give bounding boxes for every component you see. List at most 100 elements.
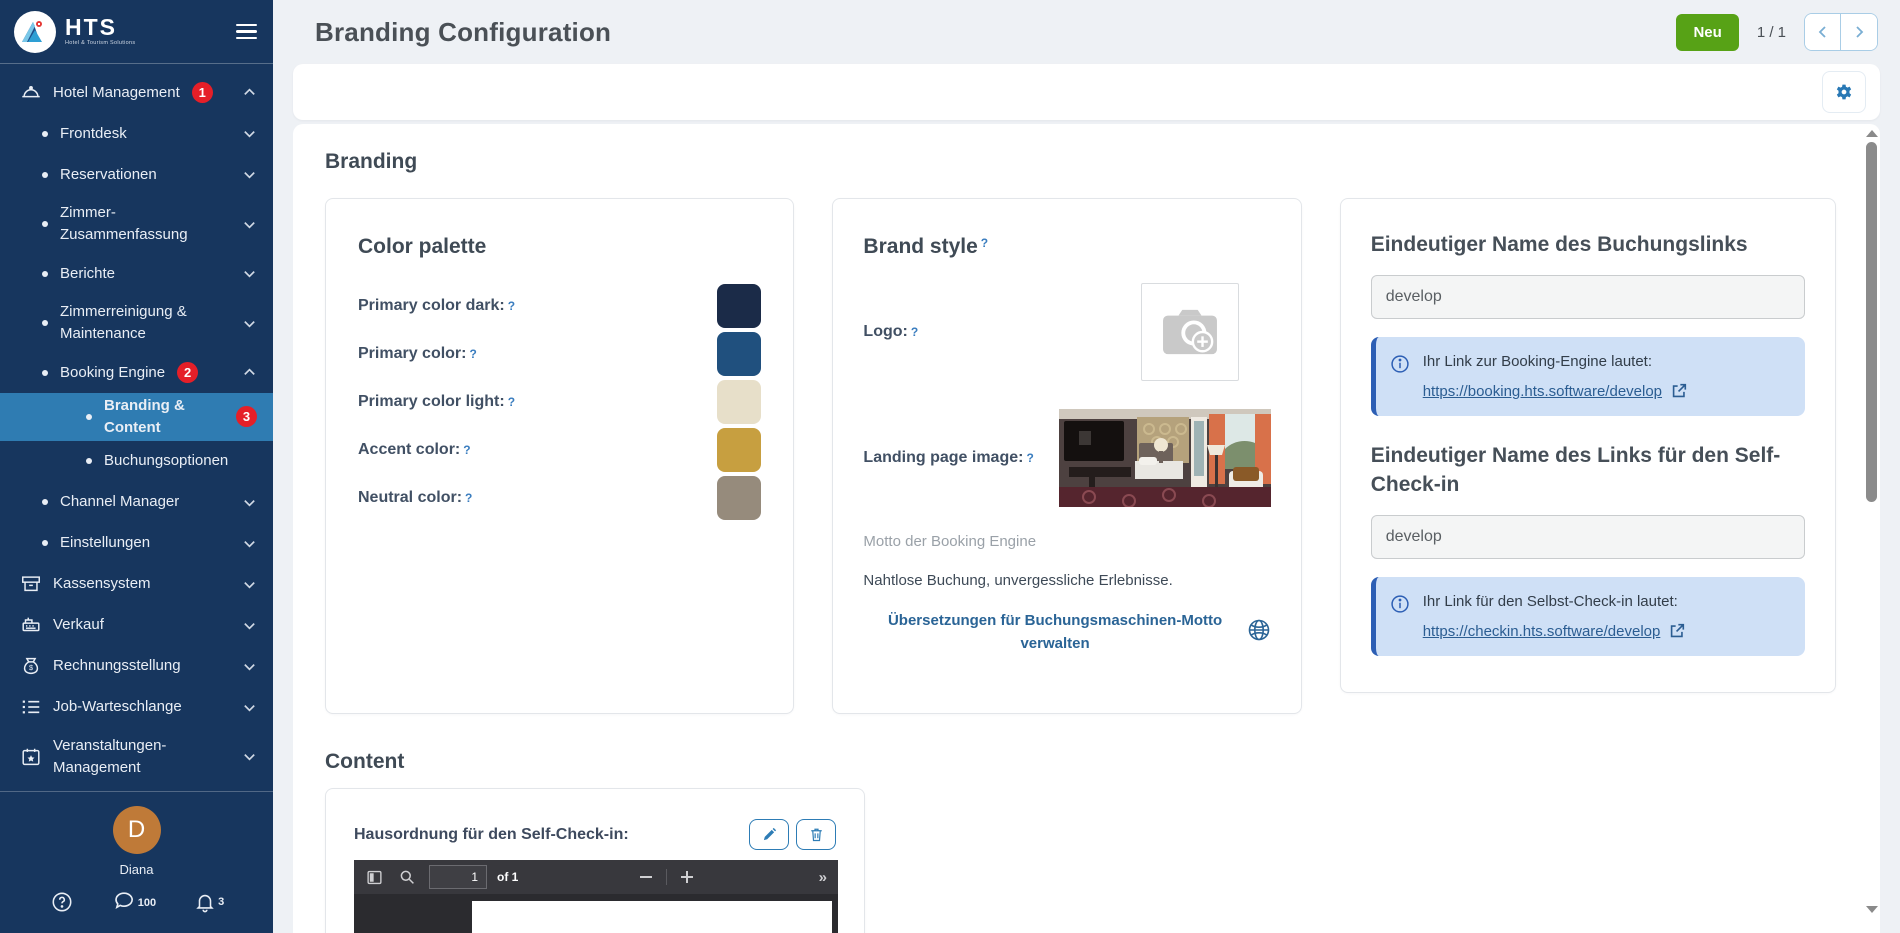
chevron-down-icon bbox=[242, 266, 257, 281]
house-rules-label: Hausordnung für den Self-Check-in: bbox=[354, 826, 629, 844]
pdf-page-input[interactable] bbox=[429, 865, 487, 889]
sidebar-item-frontdesk[interactable]: Frontdesk bbox=[0, 113, 273, 154]
scrollbar-down-arrow[interactable] bbox=[1866, 906, 1878, 913]
prev-page-button[interactable] bbox=[1805, 14, 1841, 50]
logo-upload-box[interactable] bbox=[1141, 283, 1239, 381]
sidebar-item-rechnungsstellung[interactable]: $ Rechnungsstellung bbox=[0, 646, 273, 687]
sidebar-item-label: Verkauf bbox=[53, 614, 104, 636]
sidebar-item-zimmerreinigung[interactable]: Zimmerreinigung & Maintenance bbox=[0, 294, 273, 352]
checkin-link-url[interactable]: https://checkin.hts.software/develop bbox=[1423, 623, 1661, 640]
translations-row: Übersetzungen für Buchungsmaschinen-Mott… bbox=[863, 609, 1270, 656]
cash-register-icon bbox=[20, 614, 42, 636]
booking-link-url[interactable]: https://booking.hts.software/develop bbox=[1423, 383, 1662, 400]
help-question-icon[interactable]: ? bbox=[508, 299, 515, 313]
sidebar-item-berichte[interactable]: Berichte bbox=[0, 253, 273, 294]
avatar[interactable]: D bbox=[113, 806, 161, 854]
help-question-icon[interactable]: ? bbox=[465, 491, 472, 505]
sidebar-item-kassensystem[interactable]: Kassensystem bbox=[0, 564, 273, 605]
sidebar-item-branding-content[interactable]: Branding & Content 3 bbox=[0, 393, 273, 441]
help-question-icon[interactable]: ? bbox=[911, 325, 918, 339]
scrollbar-thumb[interactable] bbox=[1866, 142, 1877, 502]
help-question-icon[interactable]: ? bbox=[1026, 451, 1033, 465]
brand-name: HTS bbox=[65, 16, 135, 39]
chevron-down-icon bbox=[242, 495, 257, 510]
pdf-sidebar-toggle-icon[interactable] bbox=[366, 869, 383, 886]
color-palette-card: Color palette Primary color dark:? Prima… bbox=[325, 198, 794, 714]
help-question-icon[interactable]: ? bbox=[981, 236, 988, 250]
logo-label: Logo: bbox=[863, 323, 907, 341]
sidebar-item-label: Einstellungen bbox=[60, 532, 150, 554]
money-bag-icon: $ bbox=[20, 655, 42, 677]
booking-link-info-text: Ihr Link zur Booking-Engine lautet: bbox=[1423, 353, 1688, 370]
edit-document-button[interactable] bbox=[749, 819, 789, 850]
chevron-left-icon bbox=[1815, 24, 1831, 40]
chevron-down-icon bbox=[242, 618, 257, 633]
chevron-down-icon bbox=[242, 749, 257, 764]
bullet-icon bbox=[42, 370, 48, 376]
sidebar-item-buchungsoptionen[interactable]: Buchungsoptionen bbox=[0, 441, 273, 482]
bullet-icon bbox=[86, 414, 92, 420]
zoom-in-button[interactable] bbox=[679, 869, 695, 885]
hamburger-icon[interactable] bbox=[236, 24, 257, 40]
sidebar-item-hotel-management[interactable]: Hotel Management 1 bbox=[0, 72, 273, 113]
color-swatch-primary-dark[interactable] bbox=[717, 284, 761, 328]
logo-text: HTS Hotel & Tourism Solutions bbox=[65, 16, 135, 47]
booking-links-card: Eindeutiger Name des Buchungslinks Ihr L… bbox=[1340, 198, 1836, 693]
next-page-button[interactable] bbox=[1841, 14, 1877, 50]
sidebar-item-label: Kassensystem bbox=[53, 573, 151, 595]
palette-row: Primary color dark:? bbox=[358, 293, 761, 319]
toolbar-divider bbox=[666, 869, 667, 885]
sidebar-item-label: Hotel Management bbox=[53, 82, 180, 104]
sidebar-item-verkauf[interactable]: Verkauf bbox=[0, 605, 273, 646]
pdf-viewer: of 1 » bbox=[354, 860, 838, 933]
chat-icon[interactable]: 100 bbox=[113, 891, 154, 919]
booking-link-input[interactable] bbox=[1371, 275, 1805, 319]
sidebar-item-reservationen[interactable]: Reservationen bbox=[0, 154, 273, 195]
landing-page-image[interactable] bbox=[1059, 409, 1271, 507]
sidebar-item-veranstaltungen[interactable]: Veranstaltungen-Management bbox=[0, 728, 273, 786]
checkin-link-input[interactable] bbox=[1371, 515, 1805, 559]
color-swatch-neutral[interactable] bbox=[717, 476, 761, 520]
external-link-icon[interactable] bbox=[1670, 382, 1688, 400]
palette-label: Primary color light: bbox=[358, 393, 505, 411]
pdf-toolbar: of 1 » bbox=[354, 860, 838, 894]
palette-label: Primary color: bbox=[358, 345, 466, 363]
sidebar-item-einstellungen[interactable]: Einstellungen bbox=[0, 523, 273, 564]
pdf-page-count: of 1 bbox=[497, 870, 518, 884]
manage-translations-link[interactable]: Übersetzungen für Buchungsmaschinen-Mott… bbox=[863, 609, 1246, 656]
bell-icon[interactable]: 3 bbox=[194, 891, 222, 918]
color-swatch-primary-light[interactable] bbox=[717, 380, 761, 424]
color-swatch-primary[interactable] bbox=[717, 332, 761, 376]
sidebar-item-booking-engine[interactable]: Booking Engine 2 bbox=[0, 352, 273, 393]
external-link-icon[interactable] bbox=[1668, 622, 1686, 640]
color-swatch-accent[interactable] bbox=[717, 428, 761, 472]
palette-label: Primary color dark: bbox=[358, 297, 505, 315]
delete-document-button[interactable] bbox=[796, 819, 836, 850]
brand-style-title-row: Brand style? bbox=[863, 235, 1270, 259]
settings-button[interactable] bbox=[1822, 71, 1866, 113]
sidebar-item-label: Zimmer-Zusammenfassung bbox=[60, 202, 188, 246]
help-question-icon[interactable]: ? bbox=[508, 395, 515, 409]
content-section-heading: Content bbox=[325, 750, 1836, 774]
pdf-tools-expand-button[interactable]: » bbox=[819, 869, 826, 886]
hts-logo[interactable] bbox=[14, 11, 56, 53]
sidebar-item-job-warteschlange[interactable]: Job-Warteschlange bbox=[0, 687, 273, 728]
sidebar-item-channel-manager[interactable]: Channel Manager bbox=[0, 482, 273, 523]
help-question-icon[interactable]: ? bbox=[463, 443, 470, 457]
palette-row: Accent color:? bbox=[358, 437, 761, 463]
bullet-icon bbox=[42, 221, 48, 227]
sidebar-item-label: Booking Engine bbox=[60, 362, 165, 384]
new-button[interactable]: Neu bbox=[1676, 14, 1738, 51]
help-question-icon[interactable]: ? bbox=[469, 347, 476, 361]
cash-drawer-icon bbox=[20, 573, 42, 595]
main-area: Branding Configuration Neu 1 / 1 Brandin… bbox=[273, 0, 1900, 933]
zoom-out-button[interactable] bbox=[638, 869, 654, 885]
help-icon[interactable] bbox=[51, 891, 73, 918]
chevron-up-icon bbox=[242, 365, 257, 380]
sidebar-item-zimmer-zusammenfassung[interactable]: Zimmer-Zusammenfassung bbox=[0, 195, 273, 253]
booking-link-heading: Eindeutiger Name des Buchungslinks bbox=[1371, 231, 1805, 259]
search-icon[interactable] bbox=[399, 869, 415, 885]
globe-icon[interactable] bbox=[1247, 618, 1271, 647]
scrollbar-up-arrow[interactable] bbox=[1866, 130, 1878, 137]
sidebar-item-label: Buchungsoptionen bbox=[104, 450, 228, 472]
